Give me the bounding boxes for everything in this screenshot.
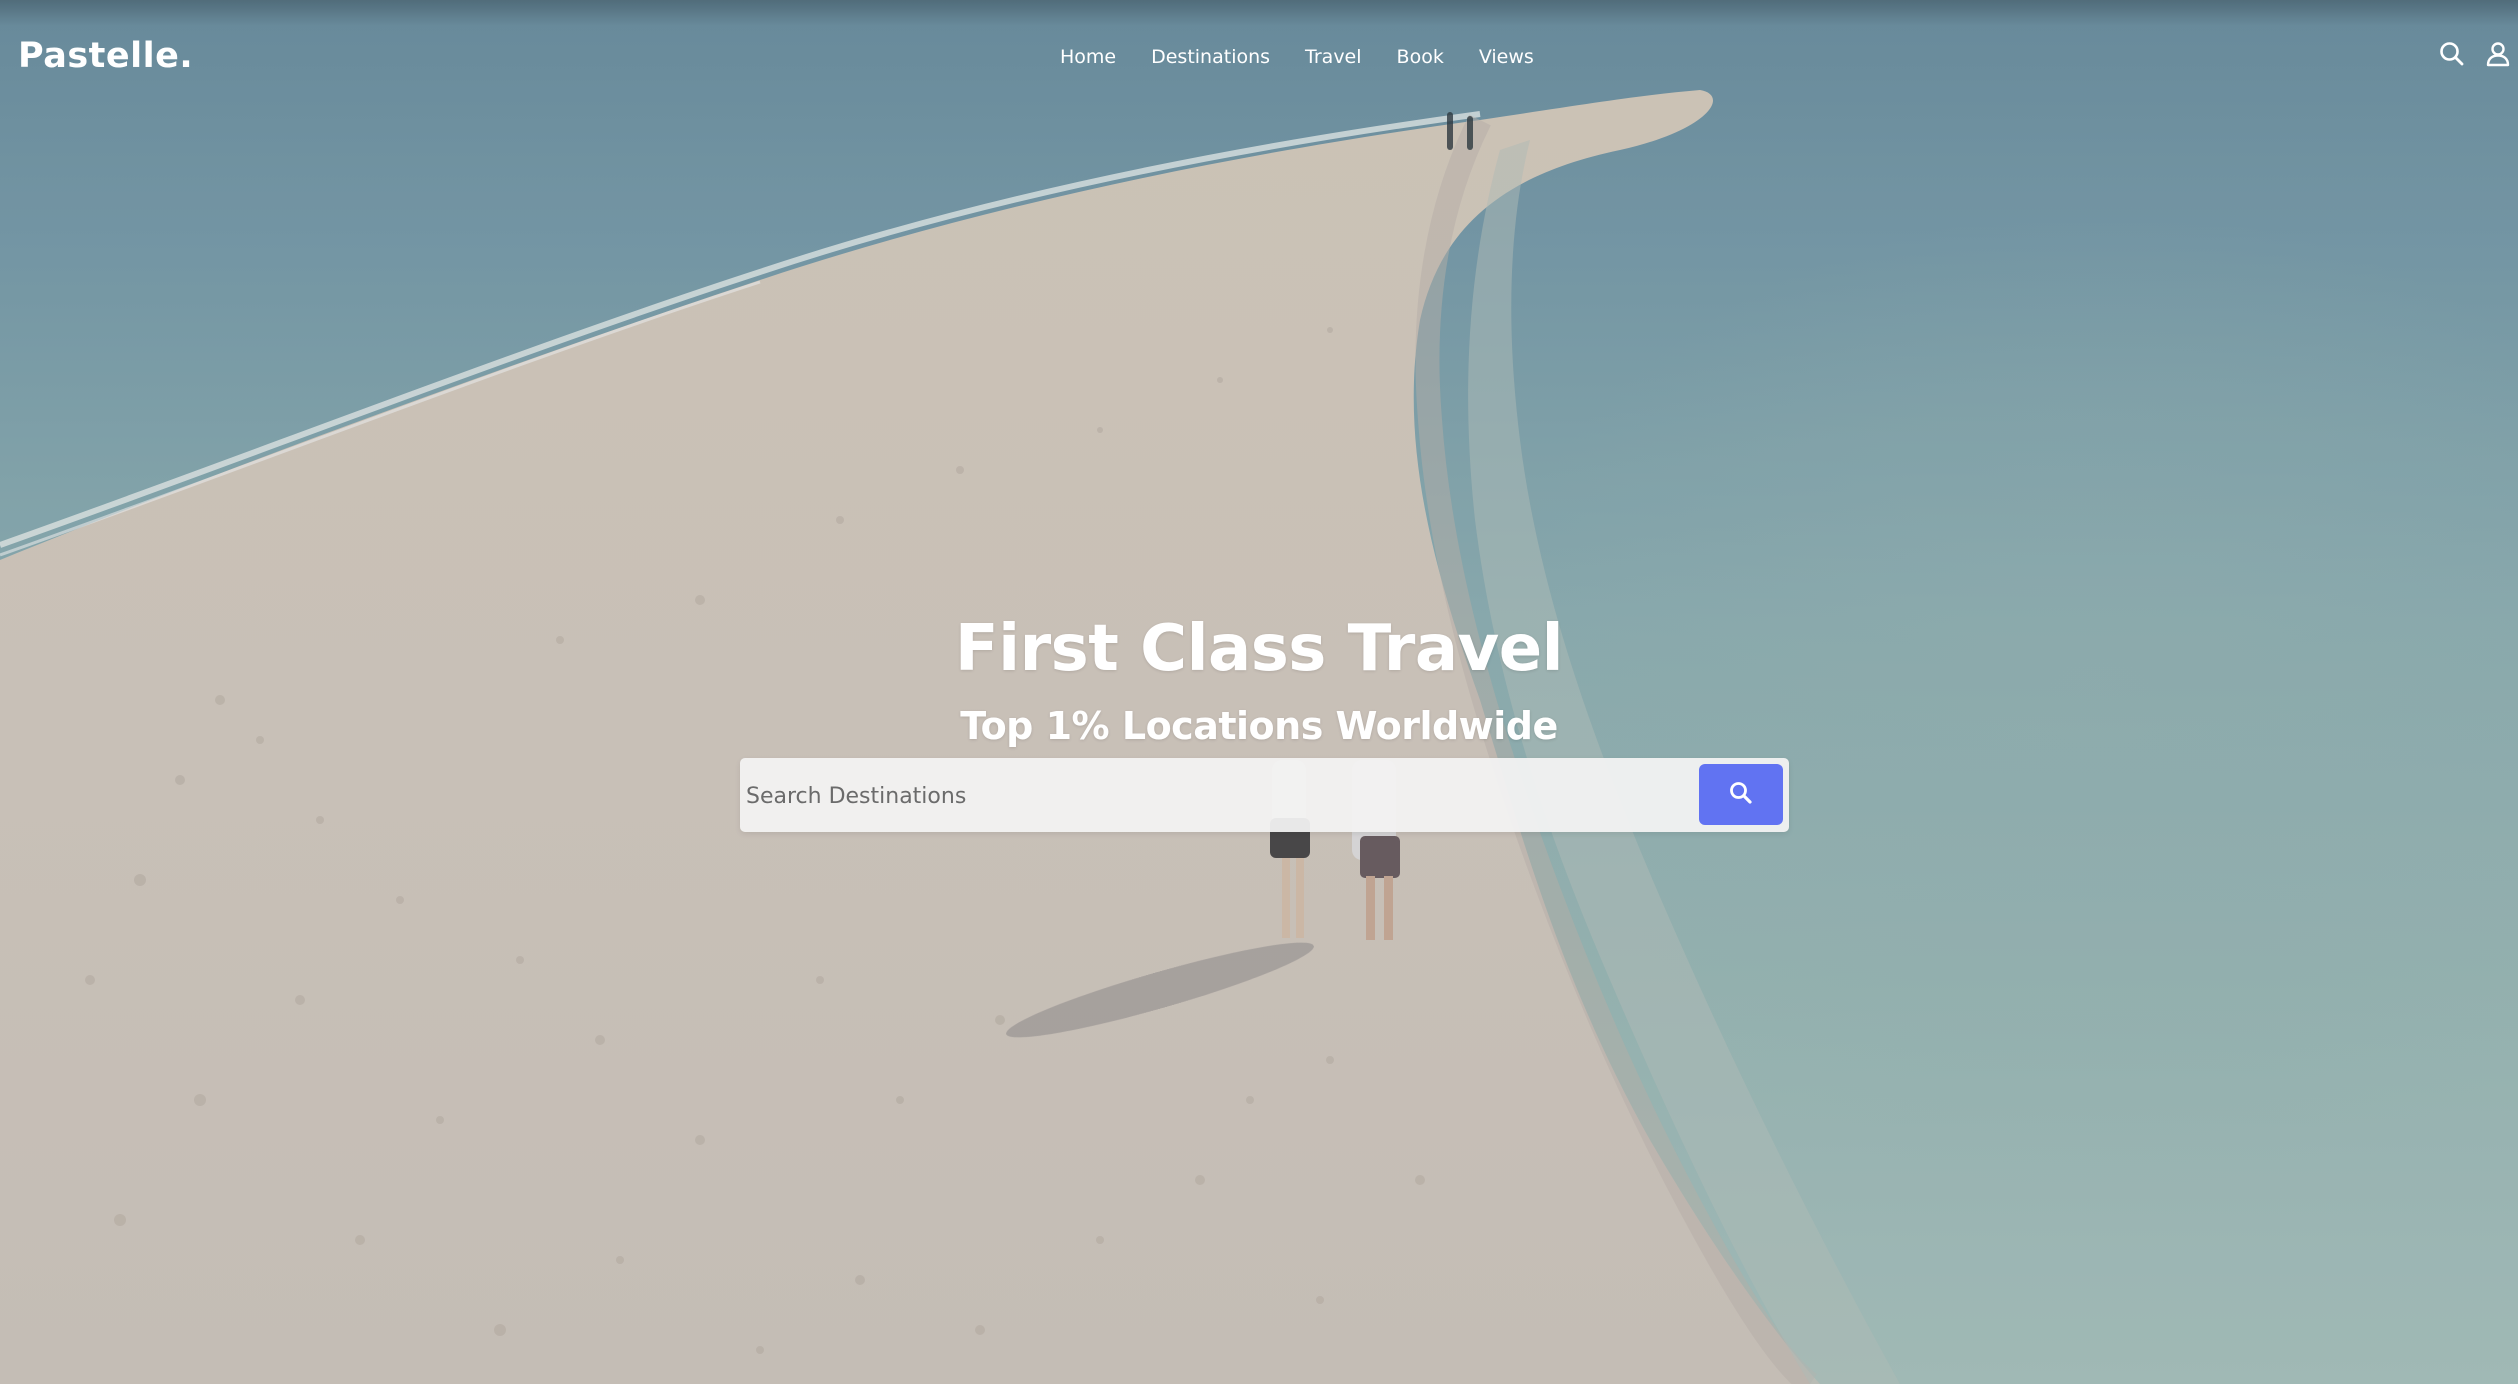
site-header: Pastelle. Home Destinations Travel Book … xyxy=(0,0,2518,120)
hero-overlay xyxy=(0,0,2518,1384)
nav-item-home[interactable]: Home xyxy=(1060,46,1116,68)
site-logo[interactable]: Pastelle. xyxy=(18,36,193,76)
user-icon[interactable] xyxy=(2484,40,2512,68)
hero-section xyxy=(0,0,2518,1384)
nav-item-book[interactable]: Book xyxy=(1397,46,1444,68)
hero-subtitle: Top 1% Locations Worldwide xyxy=(960,704,1558,748)
nav-item-destinations[interactable]: Destinations xyxy=(1151,46,1270,68)
hero-title: First Class Travel xyxy=(954,612,1564,686)
search-icon[interactable] xyxy=(2438,40,2466,68)
search-destinations-input[interactable] xyxy=(744,762,1688,830)
nav-item-travel[interactable]: Travel xyxy=(1305,46,1361,68)
search-submit-button[interactable] xyxy=(1699,764,1783,825)
destination-search-bar xyxy=(740,758,1789,832)
nav-item-views[interactable]: Views xyxy=(1479,46,1534,68)
search-icon xyxy=(1728,780,1754,809)
main-nav: Home Destinations Travel Book Views xyxy=(1060,46,1569,68)
